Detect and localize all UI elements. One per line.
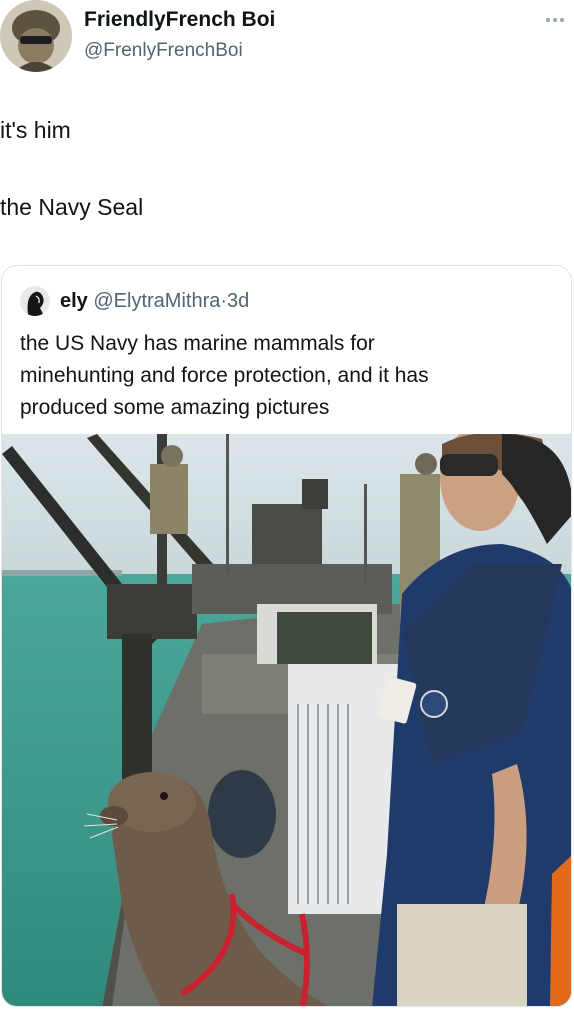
author-avatar[interactable]: [0, 0, 72, 72]
tweet-text-line-1: it's him: [0, 117, 71, 143]
quote-author-handle[interactable]: @ElytraMithra: [93, 290, 220, 312]
soldier-avatar-icon: [0, 0, 72, 72]
quoted-tweet-card[interactable]: ely @ElytraMithra·3d the US Navy has mar…: [1, 265, 572, 1007]
quote-author-avatar[interactable]: [20, 286, 50, 316]
more-options-dots: [546, 18, 564, 22]
quote-timestamp[interactable]: 3d: [227, 290, 249, 312]
quote-photo[interactable]: [2, 427, 571, 1006]
tweet-text-line-2: the Navy Seal: [0, 194, 144, 220]
navy-boat-seal-photo: [2, 427, 571, 1006]
author-display-name[interactable]: FriendlyFrench Boi: [84, 8, 275, 32]
quote-text-line-1: the US Navy has marine mammals for: [20, 332, 375, 355]
quote-text-line-3: produced some amazing pictures: [20, 396, 330, 419]
silhouette-avatar-icon: [20, 286, 50, 316]
quote-header: ely @ElytraMithra·3d: [60, 290, 249, 313]
author-handle[interactable]: @FrenlyFrenchBoi: [84, 40, 243, 62]
quote-author-name[interactable]: ely: [60, 290, 88, 312]
more-options-icon[interactable]: [540, 10, 570, 30]
quote-text: the US Navy has marine mammals for mineh…: [20, 328, 550, 424]
quote-text-line-2: minehunting and force protection, and it…: [20, 364, 429, 387]
